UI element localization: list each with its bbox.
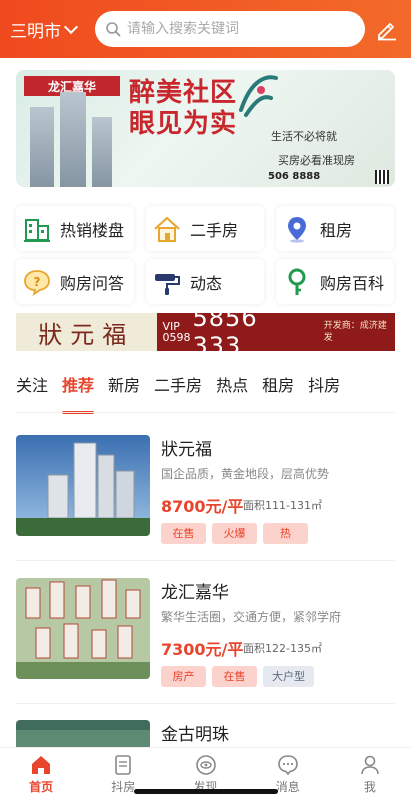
- tabs-divider: [16, 412, 395, 413]
- tab-hot[interactable]: 热点: [216, 372, 248, 404]
- tab-follow[interactable]: 关注: [16, 372, 48, 404]
- question-bubble-icon: ?: [24, 269, 50, 296]
- tag: 热: [263, 523, 308, 544]
- tag: 大户型: [263, 666, 314, 687]
- promo-banner[interactable]: 龙汇嘉华 醉美社区 眼见为实 生活不必将就 买房必看准现房 506 8888: [16, 70, 395, 187]
- nav-me[interactable]: 我: [329, 748, 411, 800]
- eye-icon: [195, 755, 216, 775]
- banner-phone: 506 8888: [268, 171, 321, 182]
- svg-text:?: ?: [34, 275, 41, 289]
- nav-label: 消息: [275, 780, 300, 794]
- listing-title: 狀元福: [161, 440, 212, 460]
- listing-card[interactable]: 狀元福 国企品质，黄金地段，层高优势 8700元/平 面积111-131㎡ 在售…: [16, 435, 395, 555]
- search-icon: [106, 22, 121, 37]
- ad-developer: 开发商：成济建发: [323, 321, 387, 343]
- menu-hot-projects[interactable]: 热销楼盘: [16, 206, 134, 251]
- house-icon: [154, 216, 180, 242]
- listing-price: 8700元/平: [161, 497, 244, 516]
- tag: 在售: [212, 666, 257, 687]
- listing-photo: [16, 435, 150, 536]
- city-selector[interactable]: 三明市: [0, 17, 90, 42]
- edit-icon[interactable]: [375, 17, 399, 41]
- banner-slogan-2: 买房必看准现房: [278, 154, 355, 167]
- search-box[interactable]: [95, 11, 365, 47]
- nav-label: 首页: [29, 780, 54, 794]
- menu-label: 动态: [190, 273, 223, 293]
- listing-card[interactable]: 金古明珠: [16, 720, 395, 747]
- location-pin-icon: [288, 216, 306, 243]
- nav-home[interactable]: 首页: [0, 748, 82, 800]
- chevron-down-icon: [63, 19, 79, 34]
- user-icon: [361, 755, 379, 775]
- building-icon: [24, 218, 50, 242]
- banner-slogan-1: 生活不必将就: [271, 130, 337, 143]
- tag: 在售: [161, 523, 206, 544]
- brush-stroke-decoration: [239, 75, 278, 117]
- menu-qa[interactable]: ? 购房问答: [16, 259, 134, 304]
- home-icon: [32, 756, 51, 774]
- ad-vip-label: VIP 0598: [162, 320, 191, 344]
- listing-title: 龙汇嘉华: [161, 583, 229, 603]
- menu-label: 热销楼盘: [60, 220, 125, 240]
- ad-banner[interactable]: 狀元福 VIP 0598 5856 333 开发商：成济建发: [16, 313, 395, 351]
- menu-wiki[interactable]: 购房百科: [276, 259, 394, 304]
- tab-recommend[interactable]: 推荐: [62, 372, 95, 414]
- category-tabs: 关注 推荐 新房 二手房 热点 租房 抖房: [16, 372, 354, 414]
- menu-label: 租房: [320, 220, 353, 240]
- paint-roller-icon: [155, 273, 180, 295]
- listing-title: 金古明珠: [161, 725, 229, 745]
- tab-rent[interactable]: 租房: [262, 372, 294, 404]
- listing-tags: 在售 火爆 热: [161, 523, 308, 544]
- menu-news[interactable]: 动态: [146, 259, 264, 304]
- listing-separator: [16, 560, 395, 561]
- nav-label: 我: [363, 780, 376, 794]
- tab-second-hand[interactable]: 二手房: [154, 372, 202, 404]
- city-label: 三明市: [10, 21, 61, 42]
- listing-separator: [16, 703, 395, 704]
- top-bar: 三明市: [0, 0, 411, 58]
- listing-photo: [16, 720, 150, 747]
- menu-label: 二手房: [190, 220, 239, 240]
- qr-code: [375, 170, 389, 184]
- nav-label: 抖房: [111, 780, 136, 794]
- listing-features: 繁华生活圈，交通方便，紧邻学府: [161, 610, 342, 624]
- tag: 火爆: [212, 523, 257, 544]
- chat-icon: [277, 755, 298, 776]
- menu-second-hand[interactable]: 二手房: [146, 206, 264, 251]
- menu-label: 购房问答: [60, 273, 125, 293]
- key-icon: [288, 268, 306, 295]
- menu-rent[interactable]: 租房: [276, 206, 394, 251]
- listing-area: 面积122-135㎡: [243, 642, 322, 655]
- document-icon: [115, 755, 132, 775]
- listing-tags: 房产 在售 大户型: [161, 666, 314, 687]
- tab-new-homes[interactable]: 新房: [108, 372, 140, 404]
- tag: 房产: [161, 666, 206, 687]
- menu-label: 购房百科: [320, 273, 385, 293]
- listing-area: 面积111-131㎡: [243, 499, 322, 512]
- listing-price: 7300元/平: [161, 640, 244, 659]
- listing-photo: [16, 578, 150, 679]
- listing-card[interactable]: 龙汇嘉华 繁华生活圈，交通方便，紧邻学府 7300元/平 面积122-135㎡ …: [16, 578, 395, 698]
- banner-headline-2: 眼见为实: [129, 109, 238, 139]
- search-input[interactable]: [127, 21, 347, 37]
- ad-project-name: 狀元福: [16, 313, 157, 351]
- ad-phone: 5856 333: [192, 313, 258, 351]
- home-indicator: [134, 789, 278, 794]
- tab-doufang[interactable]: 抖房: [308, 372, 340, 404]
- quick-menu: 热销楼盘 二手房 租房 ? 购房问答 动态 购房百科: [16, 206, 395, 304]
- listing-features: 国企品质，黄金地段，层高优势: [161, 467, 330, 481]
